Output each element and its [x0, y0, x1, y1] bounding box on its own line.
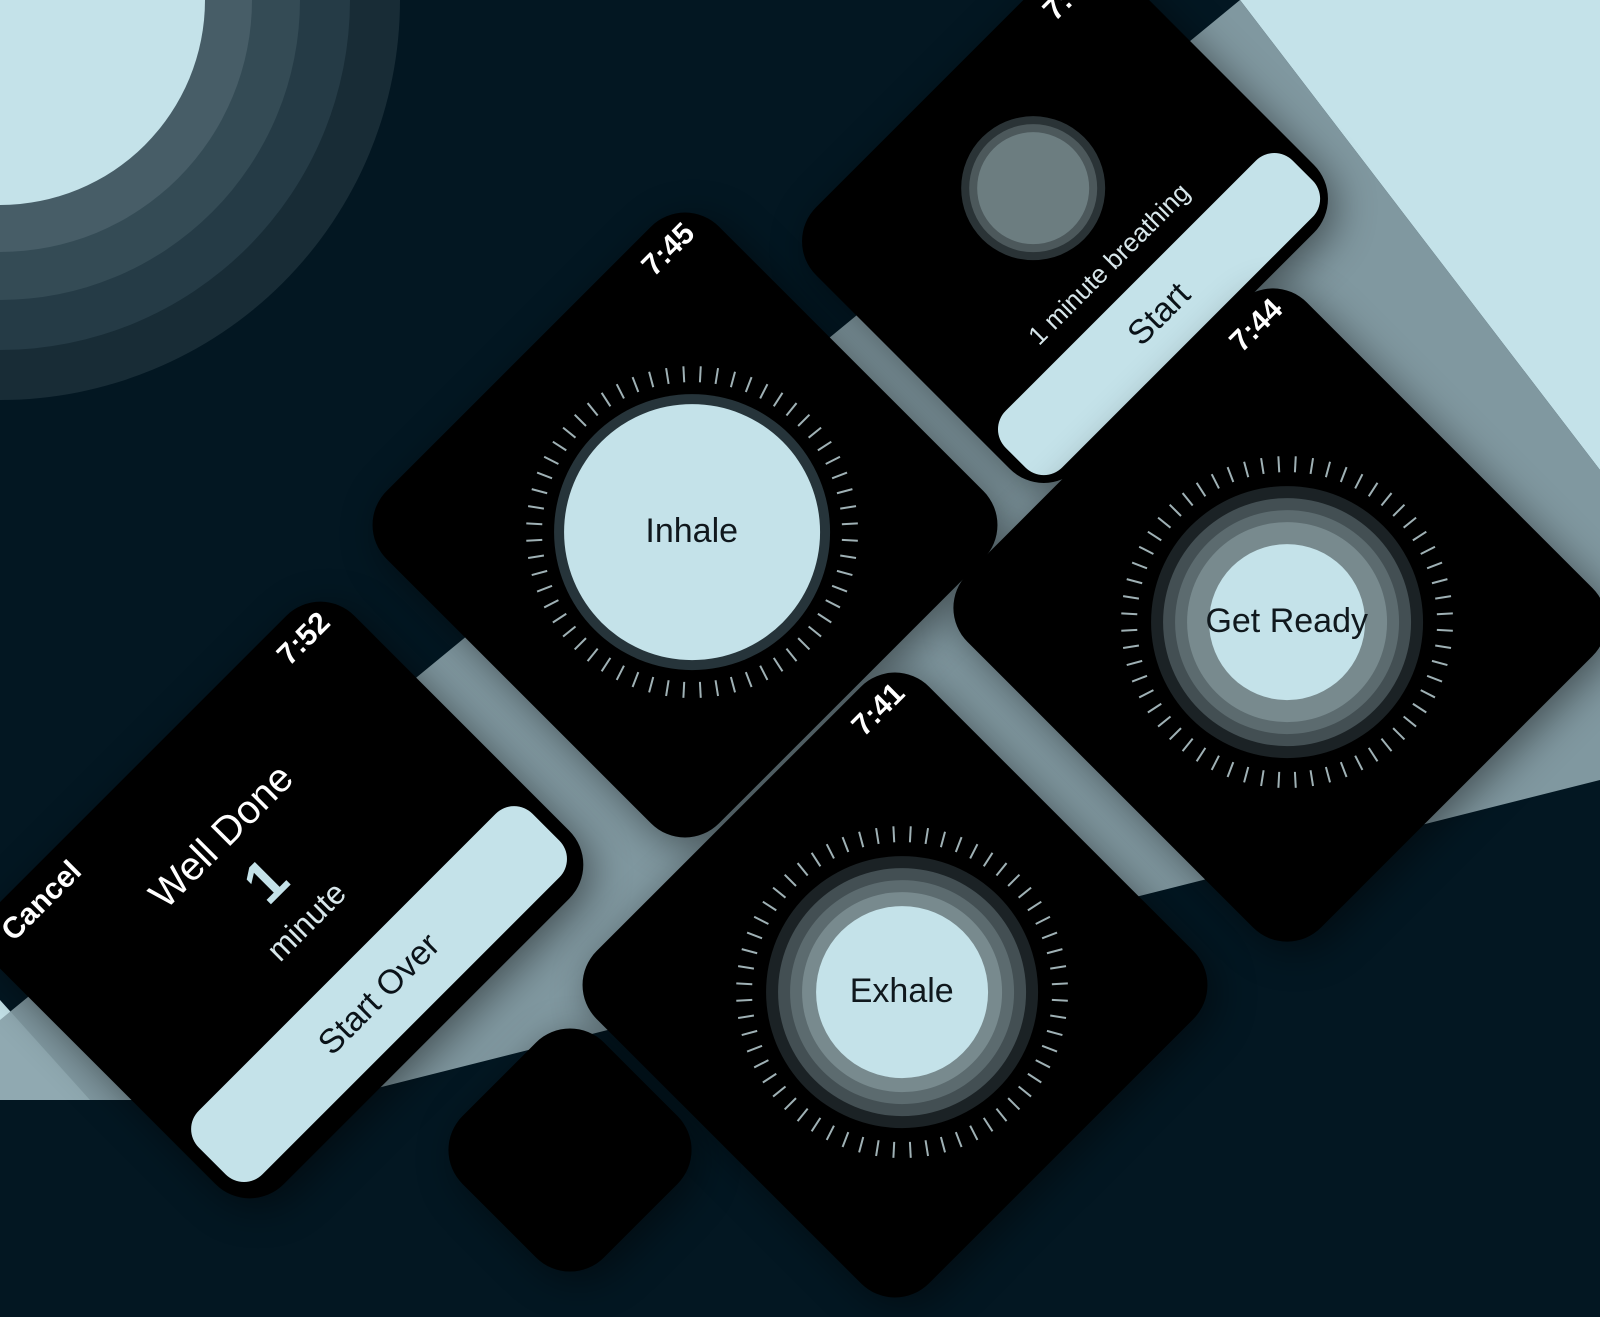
phase-label: Exhale — [849, 972, 954, 1011]
phase-label: Inhale — [645, 512, 739, 551]
phase-label: Get Ready — [1205, 602, 1368, 641]
